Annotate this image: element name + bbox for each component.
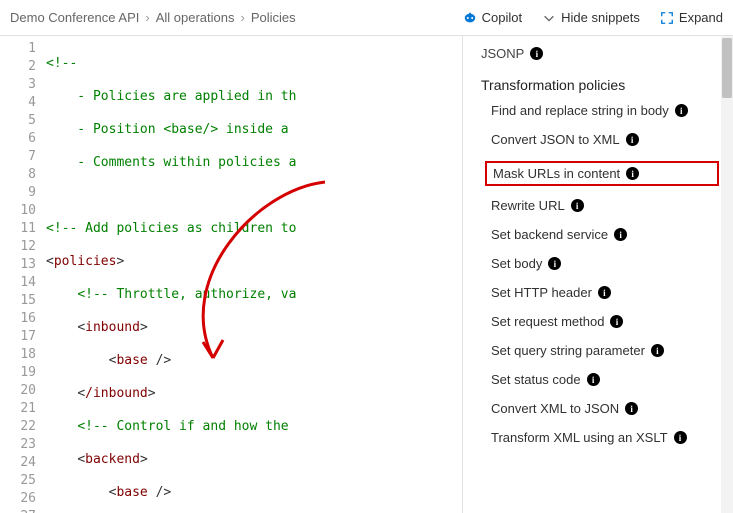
expand-icon xyxy=(660,11,674,25)
info-icon[interactable]: i xyxy=(625,402,638,415)
breadcrumb: Demo Conference API › All operations › P… xyxy=(10,10,463,25)
code-text: <!-- xyxy=(46,56,77,71)
code-text: - Comments within policies a xyxy=(46,155,296,170)
info-icon[interactable]: i xyxy=(626,133,639,146)
code-content[interactable]: <!-- - Policies are applied in th - Posi… xyxy=(46,36,462,513)
crumb-api[interactable]: Demo Conference API xyxy=(10,10,139,25)
info-icon[interactable]: i xyxy=(626,167,639,180)
code-text: - Position <base/> inside a xyxy=(46,122,296,137)
policy-item-xml-to-json[interactable]: Convert XML to JSON i xyxy=(491,401,719,416)
hide-snippets-button[interactable]: Hide snippets xyxy=(542,10,640,25)
policy-item-set-query-string[interactable]: Set query string parameter i xyxy=(491,343,719,358)
hide-snippets-label: Hide snippets xyxy=(561,10,640,25)
info-icon[interactable]: i xyxy=(610,315,623,328)
policy-label: Rewrite URL xyxy=(491,198,565,213)
policy-label: Set backend service xyxy=(491,227,608,242)
code-tag: policies xyxy=(54,254,117,269)
policy-item-set-body[interactable]: Set body i xyxy=(491,256,719,271)
info-icon[interactable]: i xyxy=(587,373,600,386)
section-heading: Transformation policies xyxy=(481,77,719,93)
policy-label: Convert XML to JSON xyxy=(491,401,619,416)
info-icon[interactable]: i xyxy=(651,344,664,357)
policy-label: Set status code xyxy=(491,372,581,387)
chevron-down-icon xyxy=(542,11,556,25)
policy-item-set-http-header[interactable]: Set HTTP header i xyxy=(491,285,719,300)
code-text: - Policies are applied in th xyxy=(46,89,296,104)
expand-label: Expand xyxy=(679,10,723,25)
policy-label: Convert JSON to XML xyxy=(491,132,620,147)
code-tag: base xyxy=(116,485,147,500)
policy-label: JSONP xyxy=(481,46,524,61)
info-icon[interactable]: i xyxy=(675,104,688,117)
scrollbar-vertical[interactable] xyxy=(721,36,733,513)
code-text: <!-- Add policies as children to xyxy=(46,221,296,236)
policy-item-find-replace[interactable]: Find and replace string in body i xyxy=(491,103,719,118)
code-tag: base xyxy=(116,353,147,368)
policy-item-mask-urls[interactable]: Mask URLs in content i xyxy=(485,161,719,186)
policy-item-set-backend[interactable]: Set backend service i xyxy=(491,227,719,242)
copilot-label: Copilot xyxy=(482,10,522,25)
expand-button[interactable]: Expand xyxy=(660,10,723,25)
info-icon[interactable]: i xyxy=(674,431,687,444)
policy-label: Mask URLs in content xyxy=(493,166,620,181)
info-icon[interactable]: i xyxy=(571,199,584,212)
scrollbar-thumb[interactable] xyxy=(722,38,732,98)
policy-label: Set request method xyxy=(491,314,604,329)
line-gutter: 1234567891011121314151617181920212223242… xyxy=(0,36,46,513)
policy-item-xslt[interactable]: Transform XML using an XSLT i xyxy=(491,430,719,445)
policy-item-rewrite-url[interactable]: Rewrite URL i xyxy=(491,198,719,213)
policy-label: Set HTTP header xyxy=(491,285,592,300)
policy-label: Transform XML using an XSLT xyxy=(491,430,668,445)
copilot-icon xyxy=(463,11,477,25)
policy-item-set-request-method[interactable]: Set request method i xyxy=(491,314,719,329)
code-text: <!-- Control if and how the xyxy=(77,419,296,434)
code-tag: backend xyxy=(85,452,140,467)
policy-label: Find and replace string in body xyxy=(491,103,669,118)
top-bar: Demo Conference API › All operations › P… xyxy=(0,0,733,36)
code-editor[interactable]: 1234567891011121314151617181920212223242… xyxy=(0,36,463,513)
chevron-right-icon: › xyxy=(145,10,149,25)
info-icon[interactable]: i xyxy=(530,47,543,60)
crumb-policies[interactable]: Policies xyxy=(251,10,296,25)
info-icon[interactable]: i xyxy=(598,286,611,299)
code-tag: inbound xyxy=(85,320,140,335)
code-tag: /inbound xyxy=(85,386,148,401)
info-icon[interactable]: i xyxy=(548,257,561,270)
policy-item-json-to-xml[interactable]: Convert JSON to XML i xyxy=(491,132,719,147)
main-area: 1234567891011121314151617181920212223242… xyxy=(0,36,733,513)
crumb-ops[interactable]: All operations xyxy=(156,10,235,25)
policy-label: Set query string parameter xyxy=(491,343,645,358)
policy-item-jsonp[interactable]: JSONP i xyxy=(481,46,719,61)
policy-item-set-status-code[interactable]: Set status code i xyxy=(491,372,719,387)
toolbar-actions: Copilot Hide snippets Expand xyxy=(463,10,723,25)
info-icon[interactable]: i xyxy=(614,228,627,241)
chevron-right-icon: › xyxy=(240,10,244,25)
policy-label: Set body xyxy=(491,256,542,271)
snippets-panel: JSONP i Transformation policies Find and… xyxy=(463,36,733,513)
copilot-button[interactable]: Copilot xyxy=(463,10,522,25)
code-text: <!-- Throttle, authorize, va xyxy=(77,287,296,302)
